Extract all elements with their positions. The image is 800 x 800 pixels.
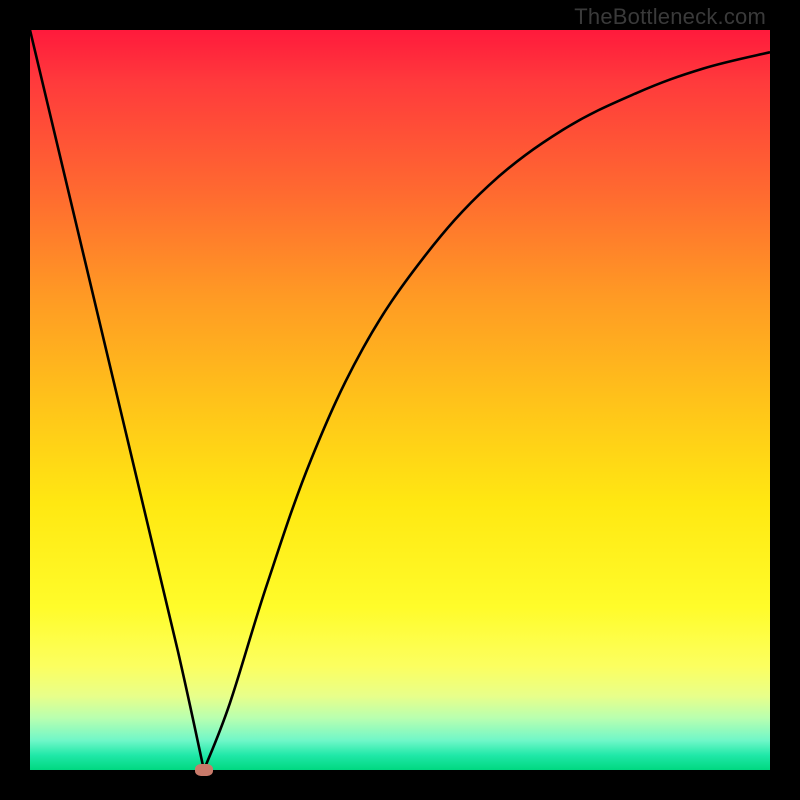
bottleneck-curve [30,30,770,770]
plot-area [30,30,770,770]
chart-frame: TheBottleneck.com [0,0,800,800]
watermark-text: TheBottleneck.com [574,4,766,30]
curve-path [30,30,770,770]
